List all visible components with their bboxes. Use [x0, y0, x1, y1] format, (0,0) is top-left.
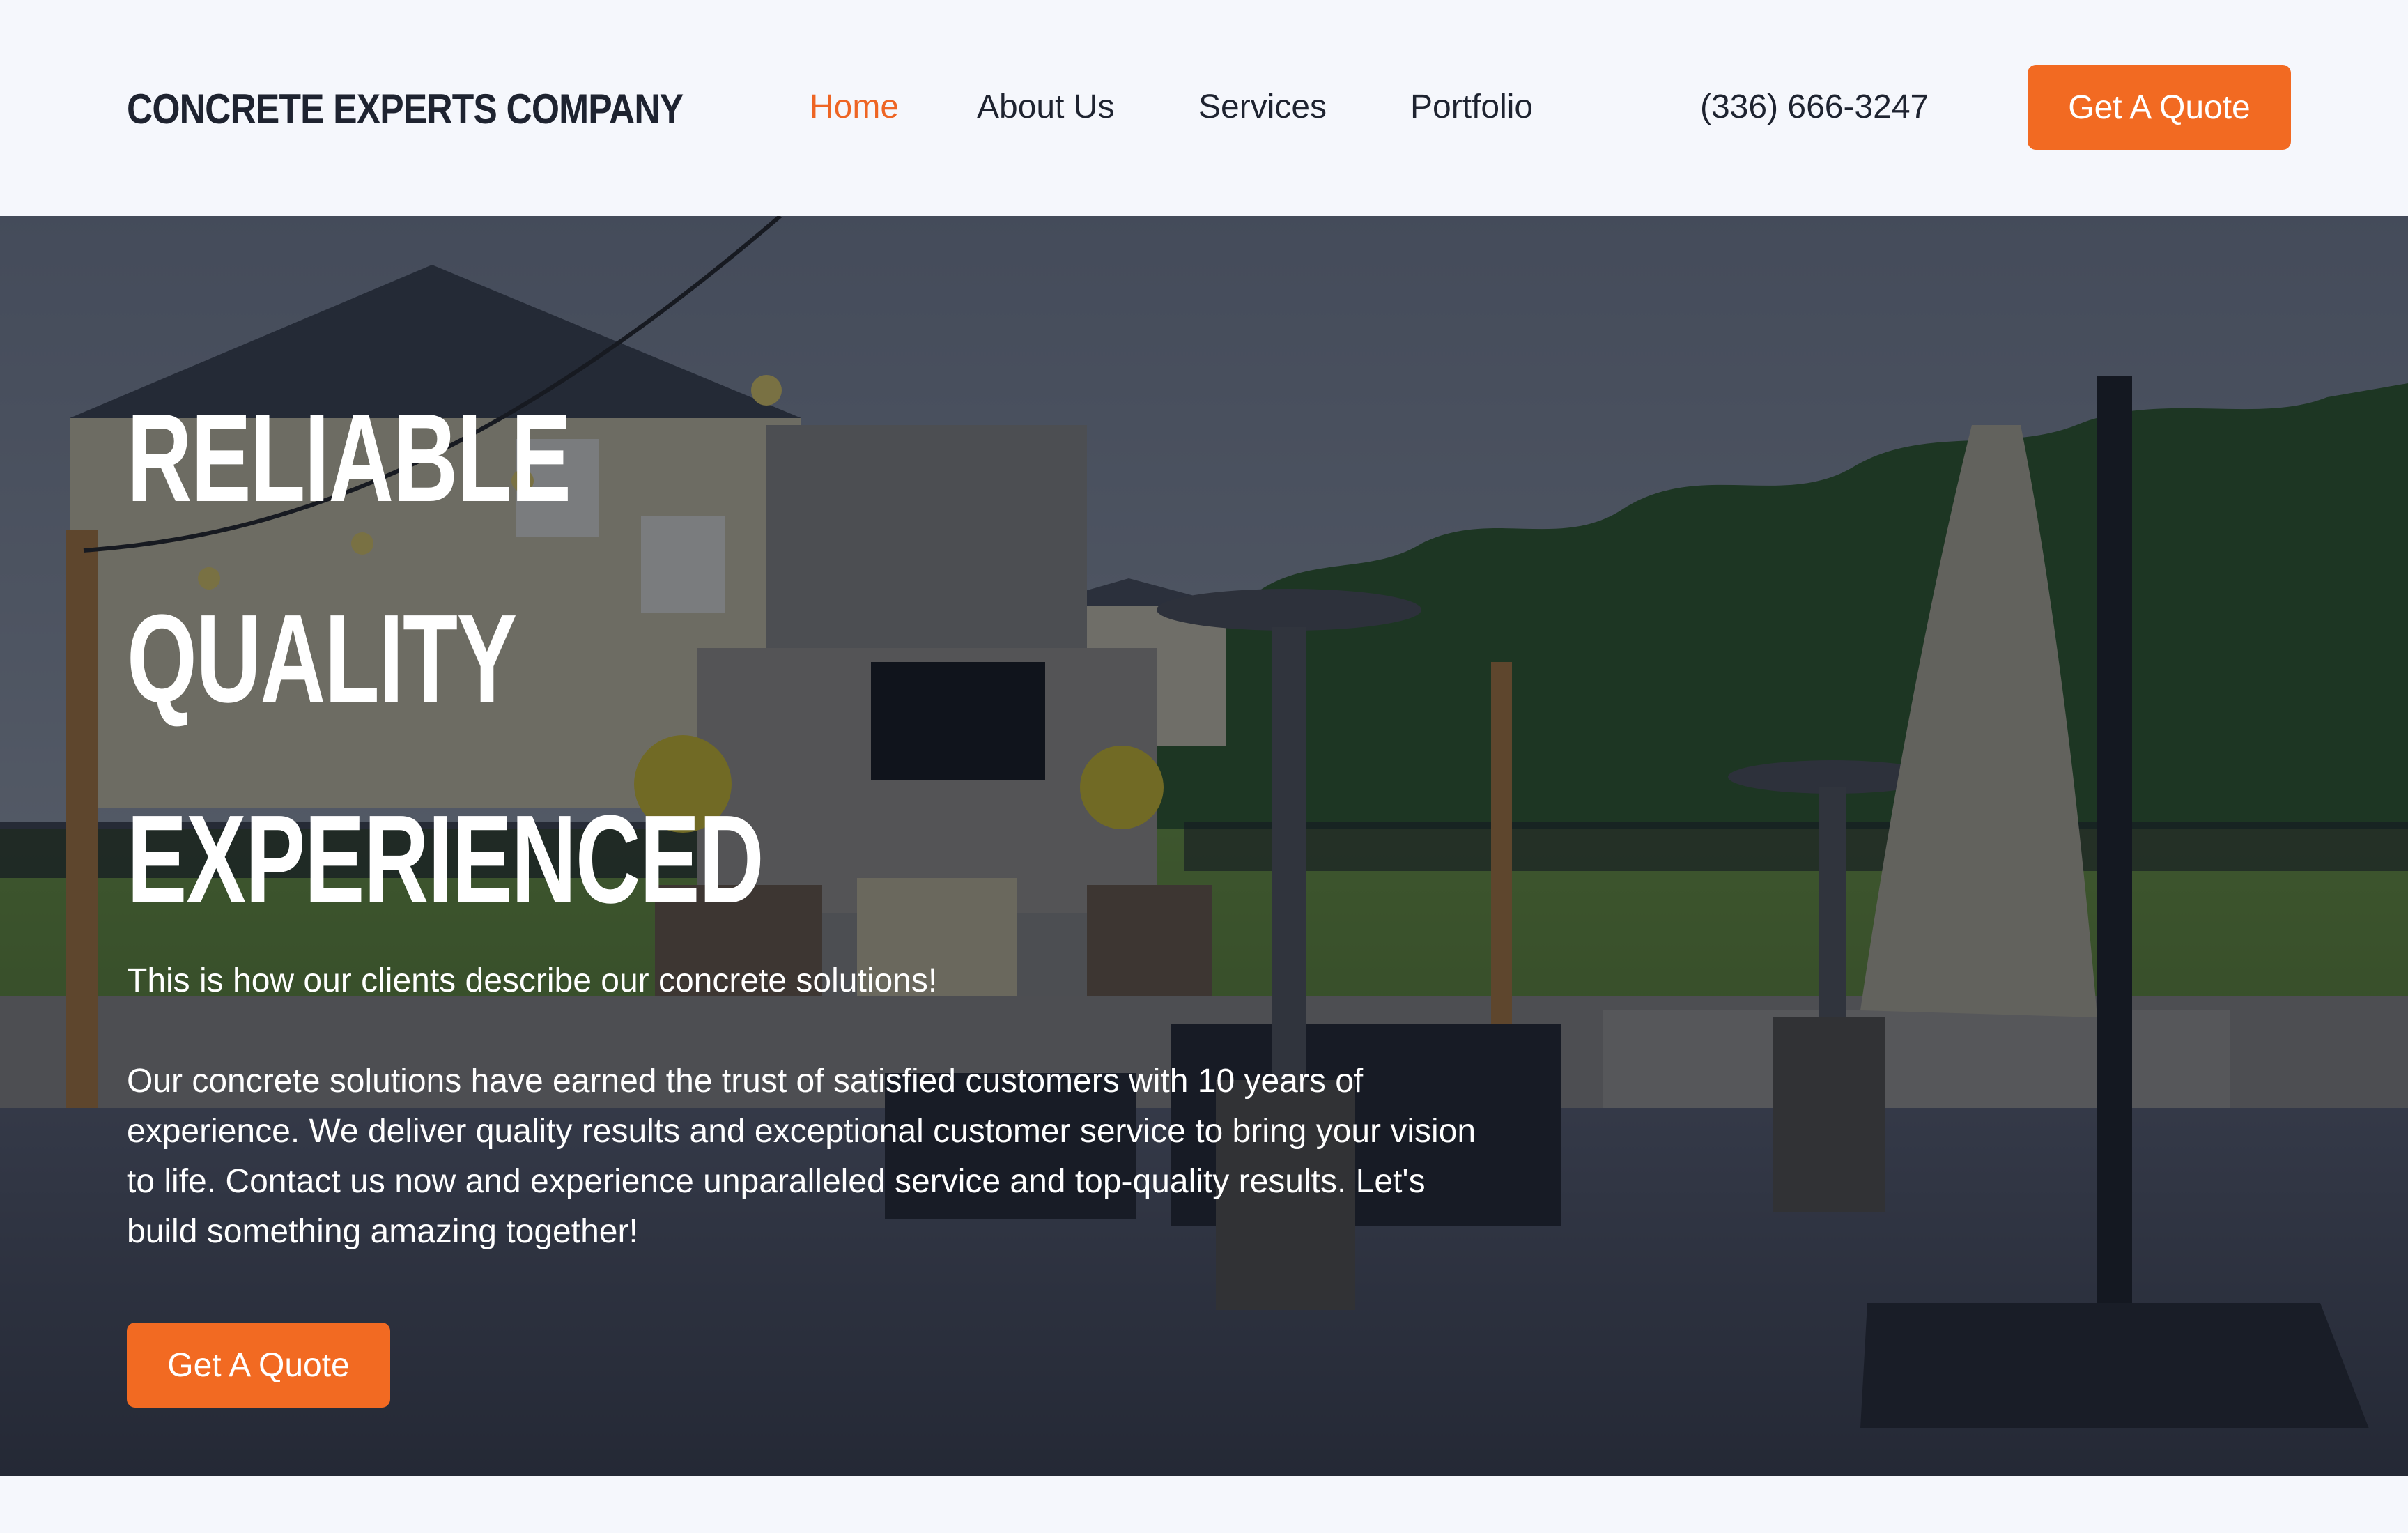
hero-paragraph: Our concrete solutions have earned the t…: [127, 1063, 1476, 1250]
headline-line-1: RELIABLE: [127, 388, 571, 528]
next-section-top: [0, 1476, 2408, 1533]
headline-line-2: QUALITY: [127, 589, 517, 729]
header-get-quote-button[interactable]: Get A Quote: [2028, 65, 2291, 150]
hero-section: RELIABLE QUALITY EXPERIENCED This is how…: [0, 216, 2408, 1476]
nav-portfolio[interactable]: Portfolio: [1410, 82, 1533, 132]
nav-home[interactable]: Home: [810, 82, 899, 132]
nav-services[interactable]: Services: [1198, 82, 1327, 132]
hero-subtitle: This is how our clients describe our con…: [127, 962, 938, 999]
company-logo[interactable]: CONCRETE EXPERTS COMPANY: [127, 78, 684, 141]
headline-line-3: EXPERIENCED: [127, 789, 764, 930]
site-header: CONCRETE EXPERTS COMPANY Home About Us S…: [0, 0, 2408, 216]
hero-get-quote-button[interactable]: Get A Quote: [127, 1323, 390, 1408]
phone-number[interactable]: (336) 666-3247: [1700, 82, 1929, 132]
nav-about-us[interactable]: About Us: [977, 82, 1114, 132]
